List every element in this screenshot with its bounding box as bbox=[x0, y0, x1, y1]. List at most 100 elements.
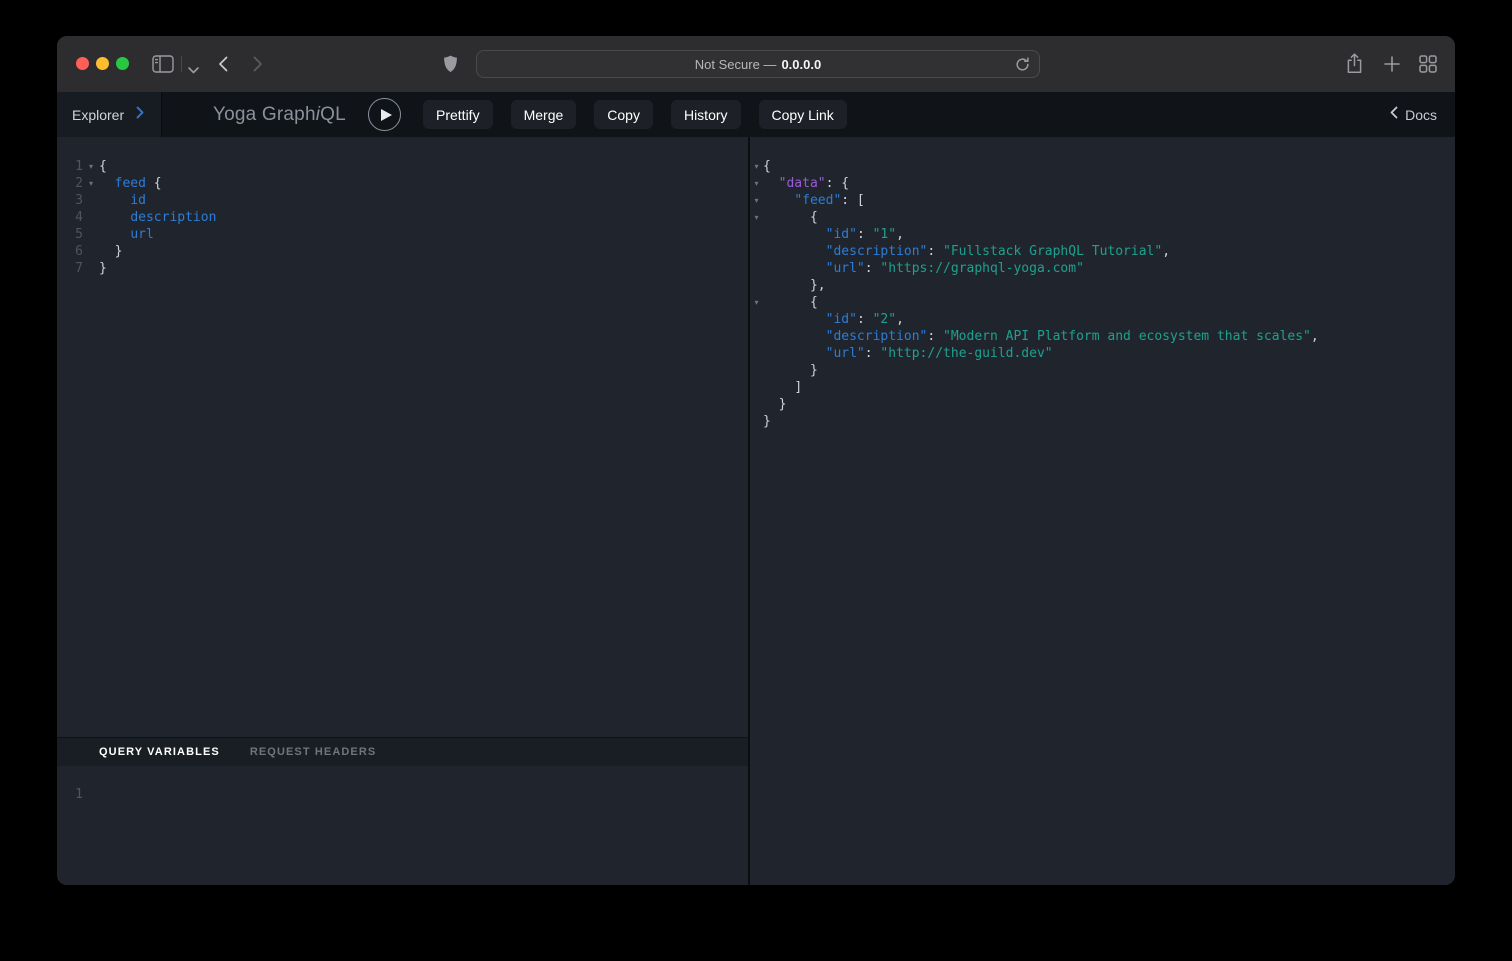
copy-button[interactable]: Copy bbox=[594, 100, 653, 129]
code-text: "description": "Modern API Platform and … bbox=[763, 328, 1319, 345]
address-host: 0.0.0.0 bbox=[781, 57, 821, 72]
traffic-lights bbox=[76, 57, 129, 70]
code-line: 3 id bbox=[57, 192, 748, 209]
fold-spacer bbox=[750, 413, 763, 430]
code-text: }, bbox=[763, 277, 826, 294]
code-line: }, bbox=[750, 277, 1455, 294]
forward-button[interactable] bbox=[253, 56, 263, 75]
line-number: 7 bbox=[57, 260, 83, 277]
tab-request-headers[interactable]: REQUEST HEADERS bbox=[250, 746, 377, 758]
address-bar[interactable]: Not Secure —0.0.0.0 bbox=[476, 50, 1040, 78]
chevron-right-icon bbox=[136, 106, 145, 124]
app-logo: Yoga GraphiQL bbox=[213, 104, 341, 126]
browser-chrome: Not Secure —0.0.0.0 bbox=[57, 36, 1455, 92]
code-text: { bbox=[763, 294, 818, 311]
sidebar-toggle-button[interactable] bbox=[152, 55, 174, 76]
fold-arrow-icon[interactable]: ▾ bbox=[750, 175, 763, 192]
share-icon bbox=[1346, 53, 1363, 77]
history-button[interactable]: History bbox=[671, 100, 741, 129]
code-line: "id": "2", bbox=[750, 311, 1455, 328]
fold-arrow-icon[interactable]: ▾ bbox=[750, 158, 763, 175]
privacy-report-button[interactable] bbox=[443, 55, 458, 76]
code-text: "data": { bbox=[763, 175, 849, 192]
fold-arrow-icon[interactable]: ▾ bbox=[750, 209, 763, 226]
code-text: } bbox=[99, 243, 122, 260]
code-text: "id": "1", bbox=[763, 226, 904, 243]
code-text: } bbox=[99, 260, 107, 277]
query-editor[interactable]: 1▾{2▾ feed {3 id4 description5 url6 }7} bbox=[57, 137, 748, 737]
forward-icon bbox=[253, 56, 263, 75]
code-line: "id": "1", bbox=[750, 226, 1455, 243]
code-line: ▾ { bbox=[750, 294, 1455, 311]
code-line: "description": "Modern API Platform and … bbox=[750, 328, 1455, 345]
fold-arrow-icon[interactable]: ▾ bbox=[750, 294, 763, 311]
line-number: 1 bbox=[57, 786, 83, 803]
prettify-button[interactable]: Prettify bbox=[423, 100, 493, 129]
merge-button[interactable]: Merge bbox=[511, 100, 577, 129]
code-line: 5 url bbox=[57, 226, 748, 243]
toolbar-separator bbox=[181, 56, 182, 72]
copy-link-button[interactable]: Copy Link bbox=[759, 100, 847, 129]
code-text: description bbox=[99, 209, 216, 226]
code-text: } bbox=[763, 362, 818, 379]
tab-overview-icon bbox=[1419, 55, 1437, 76]
code-line: ▾{ bbox=[750, 158, 1455, 175]
code-line: 4 description bbox=[57, 209, 748, 226]
plus-icon bbox=[1383, 55, 1401, 76]
fold-spacer bbox=[83, 209, 99, 226]
code-text: } bbox=[763, 396, 786, 413]
logo-prefix: Yoga Graph bbox=[213, 104, 316, 125]
line-number: 5 bbox=[57, 226, 83, 243]
code-text: } bbox=[763, 413, 771, 430]
fold-arrow-icon[interactable]: ▾ bbox=[83, 175, 99, 192]
line-number: 4 bbox=[57, 209, 83, 226]
bottom-panel-tabs: QUERY VARIABLES REQUEST HEADERS bbox=[57, 737, 748, 766]
tab-query-variables[interactable]: QUERY VARIABLES bbox=[99, 746, 220, 758]
docs-label: Docs bbox=[1405, 107, 1437, 123]
code-text: "id": "2", bbox=[763, 311, 904, 328]
code-line: ] bbox=[750, 379, 1455, 396]
code-line: 7} bbox=[57, 260, 748, 277]
fold-spacer bbox=[83, 192, 99, 209]
fold-spacer bbox=[750, 345, 763, 362]
code-text: id bbox=[99, 192, 146, 209]
docs-toggle-button[interactable]: Docs bbox=[1389, 92, 1437, 137]
chevron-left-icon bbox=[1389, 106, 1398, 124]
explorer-label: Explorer bbox=[72, 107, 124, 123]
sidebar-options-button[interactable] bbox=[188, 62, 199, 77]
fold-spacer bbox=[750, 379, 763, 396]
address-bar-text: Not Secure —0.0.0.0 bbox=[695, 57, 821, 72]
fold-arrow-icon[interactable]: ▾ bbox=[83, 158, 99, 175]
graphiql-toolbar: Explorer Yoga GraphiQL Prettify Merge Co… bbox=[57, 92, 1455, 137]
left-pane: 1▾{2▾ feed {3 id4 description5 url6 }7} … bbox=[57, 137, 748, 885]
execute-query-button[interactable] bbox=[368, 98, 401, 131]
fold-spacer bbox=[83, 260, 99, 277]
tab-overview-button[interactable] bbox=[1419, 55, 1437, 76]
reload-button[interactable] bbox=[1015, 57, 1030, 75]
chevron-down-icon bbox=[188, 62, 199, 77]
new-tab-button[interactable] bbox=[1383, 55, 1401, 76]
code-text: "description": "Fullstack GraphQL Tutori… bbox=[763, 243, 1170, 260]
fold-spacer bbox=[750, 226, 763, 243]
query-variables-editor[interactable]: 1 bbox=[57, 766, 748, 885]
fold-spacer bbox=[83, 226, 99, 243]
fold-arrow-icon[interactable]: ▾ bbox=[750, 192, 763, 209]
code-text: "url": "https://graphql-yoga.com" bbox=[763, 260, 1084, 277]
share-button[interactable] bbox=[1346, 53, 1363, 77]
back-button[interactable] bbox=[218, 56, 228, 75]
code-line: "url": "http://the-guild.dev" bbox=[750, 345, 1455, 362]
code-line: ▾ "data": { bbox=[750, 175, 1455, 192]
explorer-toggle-button[interactable]: Explorer bbox=[57, 92, 162, 137]
close-window-button[interactable] bbox=[76, 57, 89, 70]
code-text: "url": "http://the-guild.dev" bbox=[763, 345, 1053, 362]
minimize-window-button[interactable] bbox=[96, 57, 109, 70]
code-text: url bbox=[99, 226, 154, 243]
code-text: ] bbox=[763, 379, 802, 396]
fold-spacer bbox=[750, 277, 763, 294]
browser-window: Not Secure —0.0.0.0 bbox=[57, 36, 1455, 885]
code-line: 1 bbox=[57, 786, 748, 803]
zoom-window-button[interactable] bbox=[116, 57, 129, 70]
code-line: 1▾{ bbox=[57, 158, 748, 175]
code-line: ▾ { bbox=[750, 209, 1455, 226]
code-line: ▾ "feed": [ bbox=[750, 192, 1455, 209]
